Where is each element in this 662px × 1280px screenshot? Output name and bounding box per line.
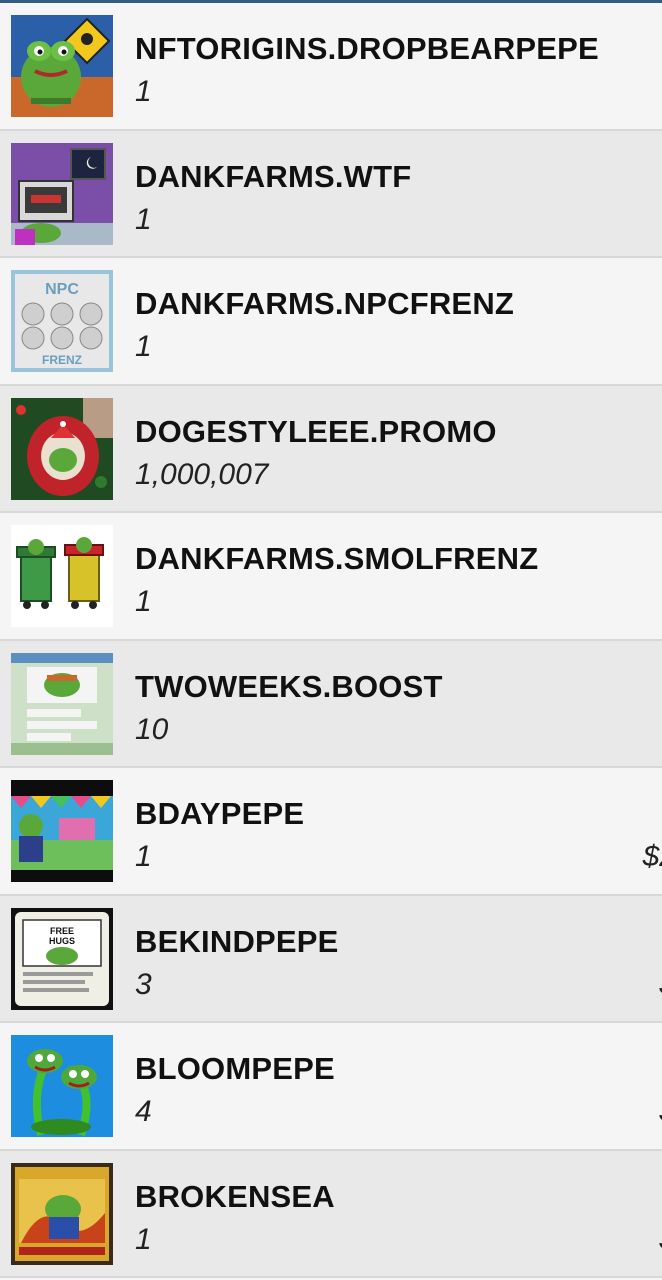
asset-name: NFTORIGINS.DROPBEARPEPE [135,31,599,66]
asset-name: DANKFARMS.WTF [135,158,412,194]
asset-quantity: 1 [135,75,152,108]
chat-screenshot-icon [11,652,113,755]
asset-name: BROKENSEA [135,1178,335,1214]
asset-price: $2 [642,840,662,873]
asset-row[interactable]: DANKFARMS.WTF 1 [0,130,662,258]
asset-quantity: 1 [135,202,152,236]
flower-pepe-icon [11,1035,113,1137]
asset-quantity: 10 [135,712,169,746]
svg-text:HUGS: HUGS [49,936,75,946]
brokensea-card-icon [11,1162,113,1265]
asset-row[interactable]: TWOWEEKS.BOOST 10 [0,640,662,768]
asset-row[interactable]: BDAYPEPE 1 $2 [0,768,662,896]
asset-quantity: 1,000,007 [135,457,269,491]
birthday-pepe-icon [11,780,113,882]
asset-name: TWOWEEKS.BOOST [135,668,443,704]
trash-bin-frogs-icon [11,525,113,627]
frog-warning-sign-icon [11,15,113,117]
asset-name: DOGESTYLEEE.PROMO [135,413,497,449]
asset-quantity: 1 [135,840,152,873]
asset-quantity: 4 [135,1095,152,1128]
frog-at-computer-icon [11,142,113,245]
npc-frenz-sketch-icon: NPC FRENZ [11,270,113,372]
asset-name: BEKINDPEPE [135,923,339,959]
asset-row[interactable]: NPC FRENZ DANKFARMS.NPCFRENZ 1 [0,258,662,386]
asset-list[interactable]: NFTORIGINS.DROPBEARPEPE 1 DANKFARMS.WTF … [0,3,662,1278]
asset-row[interactable]: DOGESTYLEEE.PROMO 1,000,007 [0,385,662,513]
free-hugs-card-icon: FREE HUGS [11,907,113,1010]
asset-quantity: 1 [135,330,152,363]
svg-text:FREE: FREE [50,926,74,936]
asset-row[interactable]: DANKFARMS.SMOLFRENZ 1 [0,513,662,641]
asset-quantity: 1 [135,1222,152,1256]
asset-quantity: 3 [135,967,152,1001]
christmas-ornament-icon [11,397,113,500]
asset-name: BDAYPEPE [135,796,305,831]
asset-row[interactable]: BLOOMPEPE 4 $ [0,1023,662,1151]
asset-quantity: 1 [135,585,152,618]
asset-row[interactable]: NFTORIGINS.DROPBEARPEPE 1 [0,3,662,131]
asset-name: DANKFARMS.SMOLFRENZ [135,541,539,576]
asset-row[interactable]: BROKENSEA 1 $ [0,1150,662,1278]
svg-text:NPC: NPC [45,281,79,298]
asset-name: DANKFARMS.NPCFRENZ [135,286,515,321]
svg-text:FRENZ: FRENZ [42,353,82,367]
asset-row[interactable]: FREE HUGS BEKINDPEPE 3 $ [0,895,662,1023]
asset-name: BLOOMPEPE [135,1051,335,1086]
